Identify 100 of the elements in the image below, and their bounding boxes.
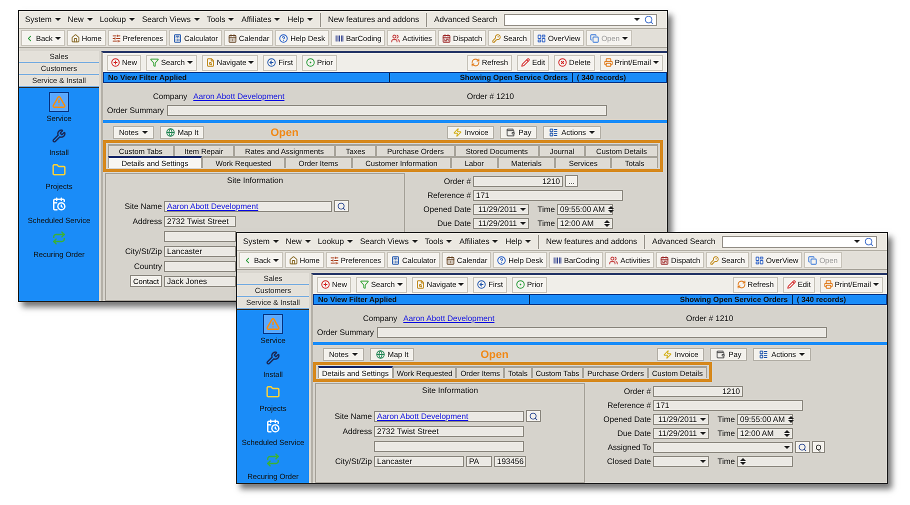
order-number-field[interactable]: 1210 — [473, 176, 563, 186]
wallet-icon — [716, 350, 726, 359]
menu-item[interactable]: Affiliates — [241, 15, 280, 24]
field-label: City/St/Zip — [334, 456, 372, 466]
wrench-icon — [266, 351, 280, 365]
text-field[interactable] — [164, 260, 236, 272]
field-label: Opened Date — [422, 204, 471, 214]
text-field[interactable]: 171 — [473, 190, 623, 200]
lookup-button[interactable] — [526, 410, 541, 422]
home-icon — [70, 34, 80, 42]
city-field[interactable]: Lancaster — [374, 456, 464, 466]
text-field[interactable] — [164, 230, 236, 242]
menu-item[interactable]: Search Views — [360, 237, 418, 246]
menu-item[interactable]: Tools — [206, 15, 234, 24]
text-field[interactable] — [374, 440, 524, 452]
order-summary-field[interactable] — [166, 105, 607, 116]
globe-icon — [376, 350, 385, 359]
text-field[interactable]: 171 — [653, 400, 803, 410]
key-icon — [710, 256, 720, 264]
caret-icon — [346, 240, 353, 243]
menu-item[interactable]: New — [286, 237, 311, 246]
pencil-icon — [786, 280, 796, 289]
caret-icon — [128, 18, 135, 21]
menu-item[interactable]: Lookup — [100, 15, 135, 24]
date-field[interactable]: 11/29/2011 — [653, 428, 709, 438]
spinner-icon — [608, 206, 614, 212]
menu-item[interactable]: New features and addons — [328, 15, 420, 24]
field-label: Address — [342, 426, 372, 436]
menu-item[interactable]: Tools — [424, 237, 452, 246]
menu-item[interactable]: System — [25, 15, 61, 24]
caret-icon — [492, 240, 498, 243]
filter-icon — [360, 280, 370, 289]
advanced-search-field[interactable] — [504, 14, 657, 26]
barcode-icon — [552, 256, 562, 264]
date-field[interactable]: 11/29/2011 — [653, 414, 709, 424]
wrench-icon — [52, 129, 66, 143]
menu-item[interactable]: New — [68, 15, 93, 24]
menu-item[interactable]: System — [243, 237, 279, 246]
calendar-icon — [228, 34, 237, 42]
delete-icon — [558, 58, 568, 67]
repeat-icon — [266, 453, 280, 467]
order-summary-field[interactable] — [376, 327, 827, 338]
search-icon — [529, 412, 538, 420]
left-arrow-circle-icon — [267, 58, 276, 67]
time-field[interactable]: 09:55:00 AM — [557, 204, 613, 214]
field-label: Country — [132, 262, 162, 270]
status-label: Open — [480, 348, 509, 360]
caret-icon — [520, 208, 526, 210]
menu-item[interactable]: Affiliates — [459, 237, 498, 246]
plus-circle-icon — [321, 280, 330, 289]
caret-icon — [304, 240, 311, 243]
company-link[interactable]: Aaron Abott Development — [193, 92, 284, 101]
printer-icon — [824, 280, 833, 289]
warning-icon — [266, 317, 280, 331]
caret-icon — [274, 18, 280, 21]
dropdown-field[interactable] — [653, 442, 793, 452]
time-field[interactable]: 12:00 AM — [737, 428, 793, 438]
time-field[interactable]: 12:00 AM — [557, 218, 613, 228]
menu-item[interactable]: New features and addons — [546, 237, 638, 246]
calendar-icon — [446, 256, 455, 264]
left-arrow-circle-icon — [477, 280, 486, 289]
advanced-search-field[interactable] — [722, 236, 877, 248]
field-label: Due Date — [616, 428, 651, 438]
search-icon — [798, 442, 807, 452]
calculator-icon — [391, 256, 400, 264]
menu-item[interactable]: Help — [287, 15, 313, 24]
warning-icon — [52, 95, 66, 109]
field-label: Opened Date — [602, 414, 651, 424]
windows-icon — [808, 256, 818, 264]
calendar-icon — [442, 34, 451, 42]
lightning-icon — [452, 128, 462, 137]
date-field[interactable] — [653, 456, 709, 466]
menu-item[interactable]: Lookup — [318, 237, 353, 246]
zip-field[interactable]: 193456 — [494, 456, 526, 466]
caret-icon — [524, 240, 531, 243]
time-field[interactable] — [737, 456, 793, 466]
order-number-field[interactable]: 1210 — [653, 386, 743, 396]
time-field[interactable]: 09:55:00 AM — [737, 414, 793, 424]
date-field[interactable]: 11/29/2011 — [473, 204, 529, 214]
date-field[interactable]: 11/29/2011 — [473, 218, 529, 228]
document-search-icon — [206, 58, 215, 67]
people-icon — [391, 34, 400, 42]
site-name-field[interactable]: Aaron Abott Development — [164, 200, 332, 212]
city-field[interactable]: Lancaster — [164, 246, 236, 256]
contact-field[interactable]: Jack Jones — [164, 276, 236, 286]
site-name-field[interactable]: Aaron Abott Development — [374, 410, 524, 422]
company-link[interactable]: Aaron Abott Development — [403, 314, 494, 323]
people-icon — [609, 256, 618, 264]
field-label: Reference # — [606, 400, 651, 410]
caret-icon — [272, 240, 279, 243]
dashboard-icon — [536, 34, 546, 42]
field-label: Address — [132, 216, 162, 226]
text-field[interactable]: 2732 Twist Street — [164, 216, 236, 226]
text-field[interactable]: 2732 Twist Street — [374, 426, 524, 436]
state-field[interactable]: PA — [466, 456, 492, 466]
lookup-button[interactable] — [795, 441, 810, 453]
menu-item[interactable]: Search Views — [142, 15, 200, 24]
lookup-button[interactable] — [334, 200, 349, 212]
field-label: Time — [716, 414, 735, 424]
menu-item[interactable]: Help — [505, 237, 531, 246]
